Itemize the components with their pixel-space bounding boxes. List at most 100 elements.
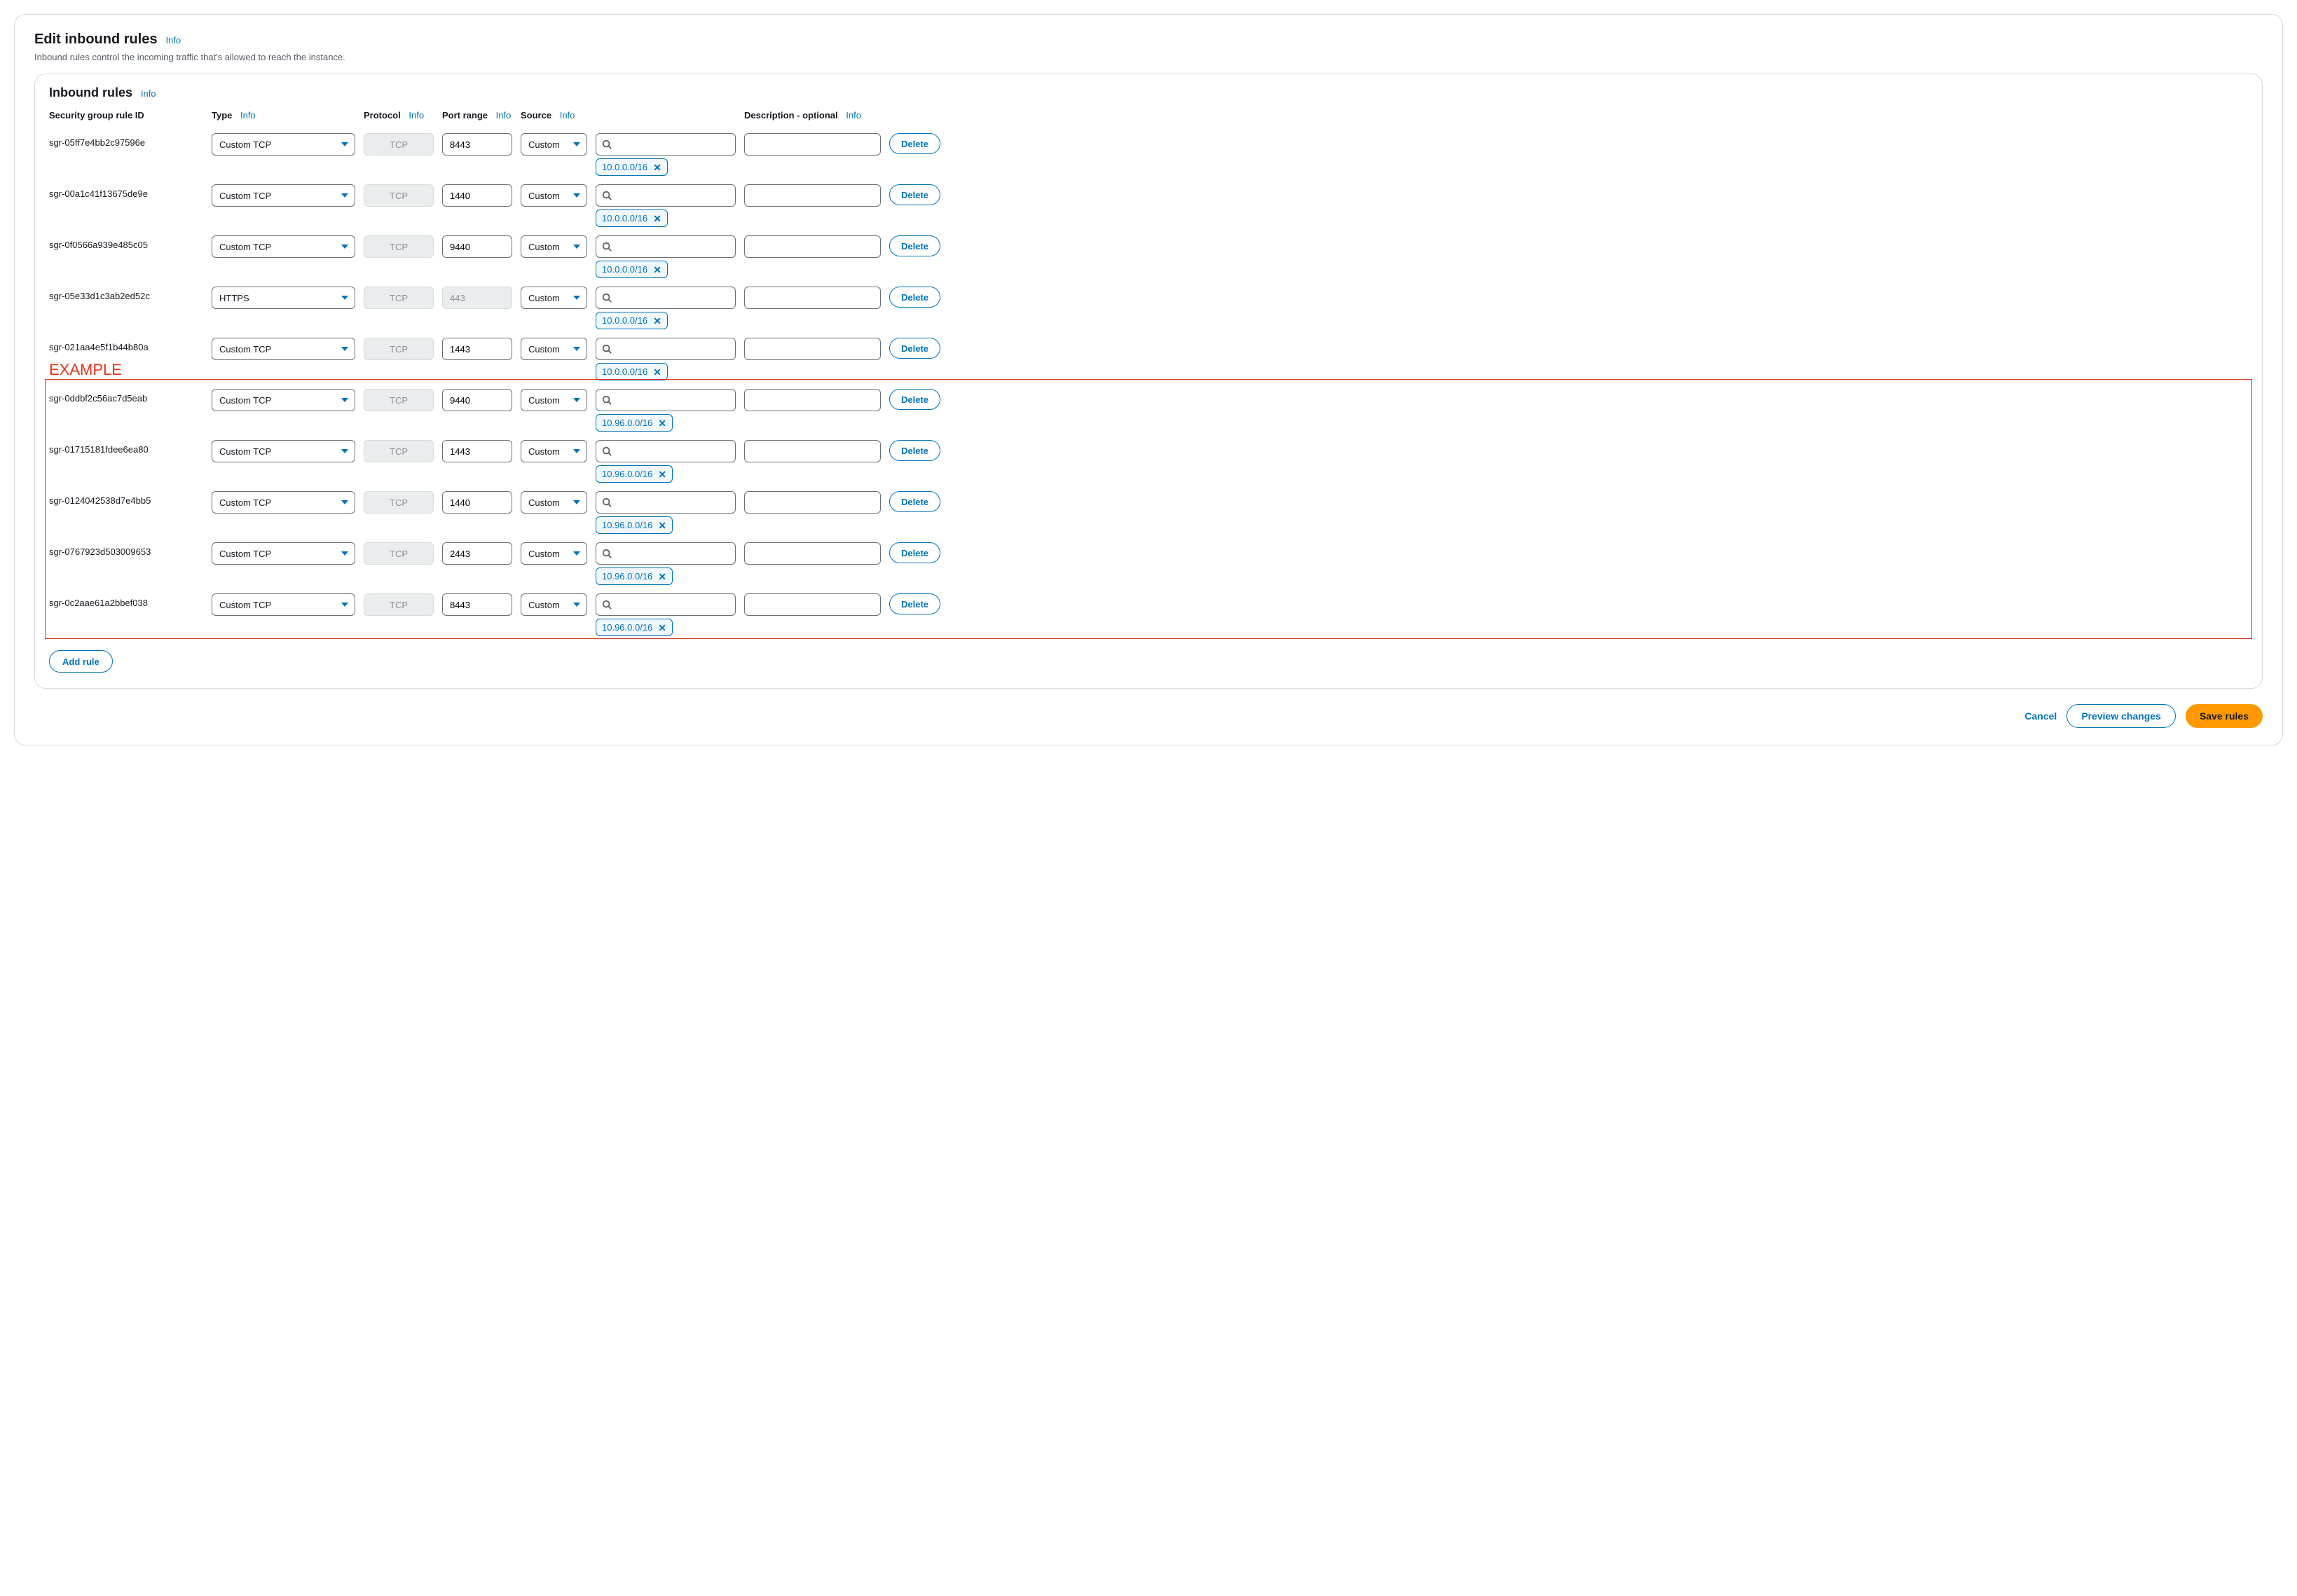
close-icon[interactable]: ✕ [653, 214, 661, 223]
cidr-search-input[interactable] [596, 389, 736, 411]
save-rules-button[interactable]: Save rules [2186, 704, 2263, 728]
cidr-chip[interactable]: 10.96.0.0/16✕ [596, 619, 673, 636]
type-select[interactable]: Custom TCP [212, 235, 355, 258]
source-select[interactable]: Custom [521, 491, 587, 514]
type-select-value[interactable]: Custom TCP [212, 338, 355, 360]
cidr-chip[interactable]: 10.0.0.0/16✕ [596, 363, 668, 380]
port-range-input[interactable] [442, 184, 512, 207]
port-range-input[interactable] [442, 389, 512, 411]
type-select[interactable]: Custom TCP [212, 389, 355, 411]
type-select[interactable]: Custom TCP [212, 491, 355, 514]
description-input[interactable] [744, 491, 881, 514]
panel-info-link[interactable]: Info [141, 88, 156, 99]
source-select[interactable]: Custom [521, 287, 587, 309]
cidr-search-input[interactable] [596, 235, 736, 258]
type-select[interactable]: Custom TCP [212, 593, 355, 616]
type-select-value[interactable]: Custom TCP [212, 235, 355, 258]
cidr-search-input[interactable] [596, 184, 736, 207]
type-select-value[interactable]: HTTPS [212, 287, 355, 309]
port-range-input[interactable] [442, 133, 512, 156]
cidr-search-input[interactable] [596, 133, 736, 156]
source-select[interactable]: Custom [521, 542, 587, 565]
source-select[interactable]: Custom [521, 440, 587, 462]
type-select-value[interactable]: Custom TCP [212, 440, 355, 462]
close-icon[interactable]: ✕ [658, 418, 666, 428]
delete-button[interactable]: Delete [889, 235, 940, 256]
close-icon[interactable]: ✕ [658, 469, 666, 479]
description-input[interactable] [744, 133, 881, 156]
type-info-link[interactable]: Info [240, 110, 256, 121]
type-select[interactable]: Custom TCP [212, 440, 355, 462]
delete-button[interactable]: Delete [889, 184, 940, 205]
description-input[interactable] [744, 389, 881, 411]
port-range-input[interactable] [442, 491, 512, 514]
type-select-value[interactable]: Custom TCP [212, 593, 355, 616]
description-info-link[interactable]: Info [846, 110, 861, 121]
delete-button[interactable]: Delete [889, 389, 940, 410]
port-range-input[interactable] [442, 593, 512, 616]
port-range-input[interactable] [442, 440, 512, 462]
cidr-search-input[interactable] [596, 491, 736, 514]
port-range-input[interactable] [442, 542, 512, 565]
delete-button[interactable]: Delete [889, 440, 940, 461]
source-select[interactable]: Custom [521, 338, 587, 360]
close-icon[interactable]: ✕ [658, 572, 666, 582]
description-input[interactable] [744, 235, 881, 258]
delete-button[interactable]: Delete [889, 133, 940, 154]
preview-changes-button[interactable]: Preview changes [2066, 704, 2176, 728]
protocol-info-link[interactable]: Info [409, 110, 424, 121]
cidr-chip[interactable]: 10.0.0.0/16✕ [596, 261, 668, 278]
cidr-search-input[interactable] [596, 440, 736, 462]
type-select[interactable]: Custom TCP [212, 133, 355, 156]
port-range-input[interactable] [442, 235, 512, 258]
type-select[interactable]: Custom TCP [212, 338, 355, 360]
type-select[interactable]: Custom TCP [212, 542, 355, 565]
close-icon[interactable]: ✕ [653, 265, 661, 275]
description-input[interactable] [744, 184, 881, 207]
close-icon[interactable]: ✕ [653, 367, 661, 377]
cancel-button[interactable]: Cancel [2024, 710, 2057, 722]
description-input[interactable] [744, 287, 881, 309]
type-select-value[interactable]: Custom TCP [212, 184, 355, 207]
delete-button[interactable]: Delete [889, 593, 940, 614]
add-rule-button[interactable]: Add rule [49, 650, 113, 673]
cidr-search-input[interactable] [596, 542, 736, 565]
header-info-link[interactable]: Info [165, 35, 181, 46]
type-select[interactable]: HTTPS [212, 287, 355, 309]
source-select[interactable]: Custom [521, 184, 587, 207]
type-select-value[interactable]: Custom TCP [212, 389, 355, 411]
port-range-input[interactable] [442, 338, 512, 360]
description-input[interactable] [744, 338, 881, 360]
cidr-chip[interactable]: 10.0.0.0/16✕ [596, 209, 668, 227]
source-select[interactable]: Custom [521, 593, 587, 616]
delete-button[interactable]: Delete [889, 542, 940, 563]
description-input[interactable] [744, 440, 881, 462]
cidr-search-input[interactable] [596, 593, 736, 616]
description-input[interactable] [744, 593, 881, 616]
cidr-chip[interactable]: 10.96.0.0/16✕ [596, 465, 673, 483]
source-select[interactable]: Custom [521, 389, 587, 411]
source-select[interactable]: Custom [521, 235, 587, 258]
cidr-chip[interactable]: 10.96.0.0/16✕ [596, 516, 673, 534]
cidr-chip[interactable]: 10.96.0.0/16✕ [596, 567, 673, 585]
type-select[interactable]: Custom TCP [212, 184, 355, 207]
delete-button[interactable]: Delete [889, 491, 940, 512]
close-icon[interactable]: ✕ [653, 163, 661, 172]
close-icon[interactable]: ✕ [658, 623, 666, 633]
delete-button[interactable]: Delete [889, 338, 940, 359]
type-select-value[interactable]: Custom TCP [212, 542, 355, 565]
source-info-link[interactable]: Info [560, 110, 575, 121]
cidr-search-input[interactable] [596, 287, 736, 309]
close-icon[interactable]: ✕ [653, 316, 661, 326]
type-select-value[interactable]: Custom TCP [212, 491, 355, 514]
cidr-chip[interactable]: 10.0.0.0/16✕ [596, 158, 668, 176]
type-select-value[interactable]: Custom TCP [212, 133, 355, 156]
delete-button[interactable]: Delete [889, 287, 940, 308]
close-icon[interactable]: ✕ [658, 521, 666, 530]
cidr-search-input[interactable] [596, 338, 736, 360]
port-info-link[interactable]: Info [496, 110, 512, 121]
source-select[interactable]: Custom [521, 133, 587, 156]
description-input[interactable] [744, 542, 881, 565]
cidr-chip[interactable]: 10.96.0.0/16✕ [596, 414, 673, 432]
cidr-chip[interactable]: 10.0.0.0/16✕ [596, 312, 668, 329]
